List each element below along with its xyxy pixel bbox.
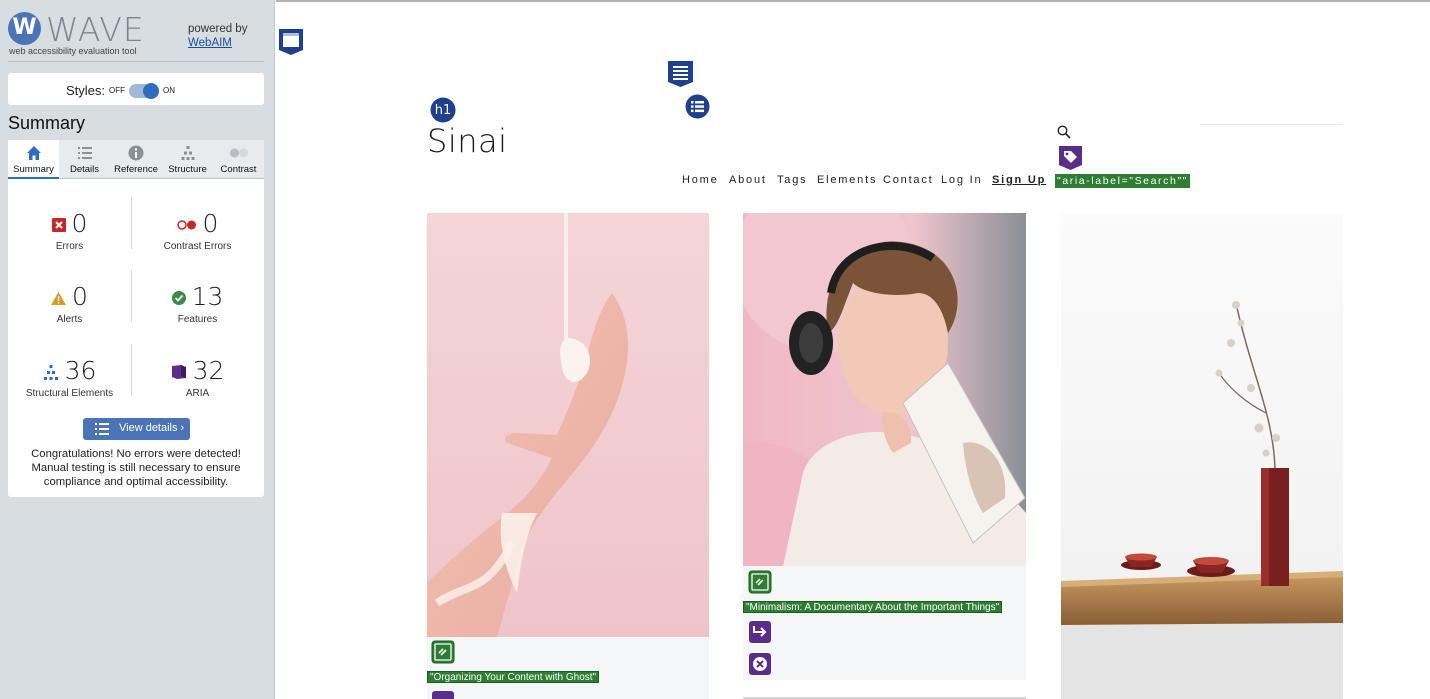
styles-off-label: OFF bbox=[109, 86, 125, 95]
contrast-errors-label: Contrast Errors bbox=[163, 241, 232, 252]
view-details-button[interactable]: View details › bbox=[83, 418, 190, 440]
nav-log-in[interactable]: Log In bbox=[941, 174, 982, 190]
features-label: Features bbox=[177, 314, 218, 325]
wave-header: W WAVE web accessibility evaluation tool… bbox=[8, 8, 264, 62]
nav-about[interactable]: About bbox=[729, 174, 767, 190]
search-underline bbox=[1200, 124, 1343, 125]
wave-subtitle: web accessibility evaluation tool bbox=[9, 46, 137, 56]
home-icon bbox=[26, 146, 41, 160]
aria-hidden-icon[interactable] bbox=[748, 652, 772, 676]
tab-reference[interactable]: Reference bbox=[110, 140, 162, 179]
alert-icon bbox=[51, 291, 67, 305]
link-feature-icon[interactable] bbox=[748, 570, 772, 594]
wave-sidebar: W WAVE web accessibility evaluation tool… bbox=[0, 0, 275, 699]
structural-count: 36 bbox=[64, 356, 97, 385]
evaluated-page: h1 Sinai Home About Tags Elements Contac… bbox=[276, 0, 1430, 699]
nav-home[interactable]: Home bbox=[682, 174, 719, 190]
stat-structural[interactable]: 36 Structural Elements bbox=[8, 356, 131, 416]
stat-aria[interactable]: 32 ARIA bbox=[136, 356, 259, 416]
errors-count: 0 bbox=[71, 209, 88, 238]
stat-features[interactable]: 13 Features bbox=[136, 282, 259, 342]
powered-by: powered by WebAIM bbox=[188, 22, 247, 50]
powered-by-text: powered by bbox=[188, 23, 248, 35]
search-icon[interactable] bbox=[1057, 125, 1071, 139]
aria-cube-icon bbox=[171, 365, 186, 379]
wave-logo-text: WAVE bbox=[46, 10, 145, 49]
aria-label-search-tag: "aria-label="Search"" bbox=[1055, 174, 1191, 188]
feature-check-icon bbox=[171, 291, 186, 305]
contrast-errors-count: 0 bbox=[202, 209, 219, 238]
features-count: 13 bbox=[191, 282, 224, 311]
post-card-body bbox=[743, 566, 1026, 680]
contrast-error-icon bbox=[176, 220, 196, 230]
post-image-headphones[interactable] bbox=[743, 213, 1026, 566]
contrast-icon bbox=[229, 148, 248, 158]
aria-label: ARIA bbox=[185, 388, 210, 399]
nav-contact[interactable]: Contact bbox=[883, 174, 934, 190]
info-icon bbox=[128, 145, 144, 161]
stat-errors[interactable]: 0 Errors bbox=[8, 209, 131, 269]
nav-elements[interactable]: Elements bbox=[817, 174, 877, 190]
congrats-message: Congratulations! No errors were detected… bbox=[31, 448, 241, 488]
styles-toggle[interactable] bbox=[129, 83, 159, 99]
summary-panel: 0 Errors 0 Contrast Errors 0 Alerts 13 F… bbox=[8, 179, 264, 497]
toggle-knob[interactable] bbox=[143, 83, 159, 99]
stat-contrast-errors[interactable]: 0 Contrast Errors bbox=[136, 209, 259, 269]
wave-tabs: Summary Details Reference Structure Cont… bbox=[8, 140, 264, 179]
alerts-label: Alerts bbox=[56, 314, 83, 325]
list-icon bbox=[95, 423, 109, 435]
divider bbox=[131, 344, 132, 396]
site-title[interactable]: Sinai bbox=[427, 122, 507, 160]
aria-label-tag-icon[interactable] bbox=[1058, 145, 1083, 171]
post-card-body bbox=[427, 637, 709, 699]
errors-label: Errors bbox=[55, 241, 84, 252]
aria-icon[interactable] bbox=[431, 690, 455, 699]
structure-list-icon[interactable] bbox=[685, 94, 710, 119]
tab-structure[interactable]: Structure bbox=[162, 140, 213, 179]
link-text-tag: "Organizing Your Content with Ghost" bbox=[427, 671, 600, 683]
h1-badge-text: h1 bbox=[434, 103, 452, 118]
post-image-vase[interactable] bbox=[1061, 213, 1343, 699]
list-icon bbox=[77, 147, 92, 159]
tab-summary[interactable]: Summary bbox=[8, 140, 59, 179]
wave-logo-icon: W bbox=[8, 12, 41, 45]
structure-nav-icon[interactable] bbox=[667, 60, 694, 88]
hierarchy-icon bbox=[181, 146, 194, 160]
stat-alerts[interactable]: 0 Alerts bbox=[8, 282, 131, 342]
webaim-link[interactable]: WebAIM bbox=[188, 37, 232, 49]
summary-title: Summary bbox=[8, 113, 86, 133]
view-details-label: View details › bbox=[119, 422, 185, 434]
structural-label: Structural Elements bbox=[25, 388, 114, 399]
nav-tags[interactable]: Tags bbox=[777, 174, 807, 190]
aria-arrow-icon[interactable] bbox=[748, 620, 772, 644]
link-text-tag: "Minimalism: A Documentary About the Imp… bbox=[743, 601, 1003, 613]
structure-icon bbox=[43, 364, 58, 380]
divider bbox=[131, 197, 132, 249]
styles-on-label: ON bbox=[163, 86, 175, 95]
post-image-hand[interactable] bbox=[427, 213, 709, 637]
structure-header-icon[interactable] bbox=[278, 28, 304, 56]
styles-toggle-box: Styles: OFF ON bbox=[8, 73, 264, 105]
nav-sign-up[interactable]: Sign Up bbox=[992, 174, 1046, 190]
tab-details[interactable]: Details bbox=[59, 140, 110, 179]
styles-label: Styles: bbox=[66, 83, 106, 98]
tab-contrast[interactable]: Contrast bbox=[213, 140, 264, 179]
link-feature-icon[interactable] bbox=[431, 640, 455, 664]
error-icon bbox=[51, 218, 66, 232]
alerts-count: 0 bbox=[72, 282, 88, 311]
divider bbox=[131, 270, 132, 322]
aria-count: 32 bbox=[192, 356, 225, 385]
